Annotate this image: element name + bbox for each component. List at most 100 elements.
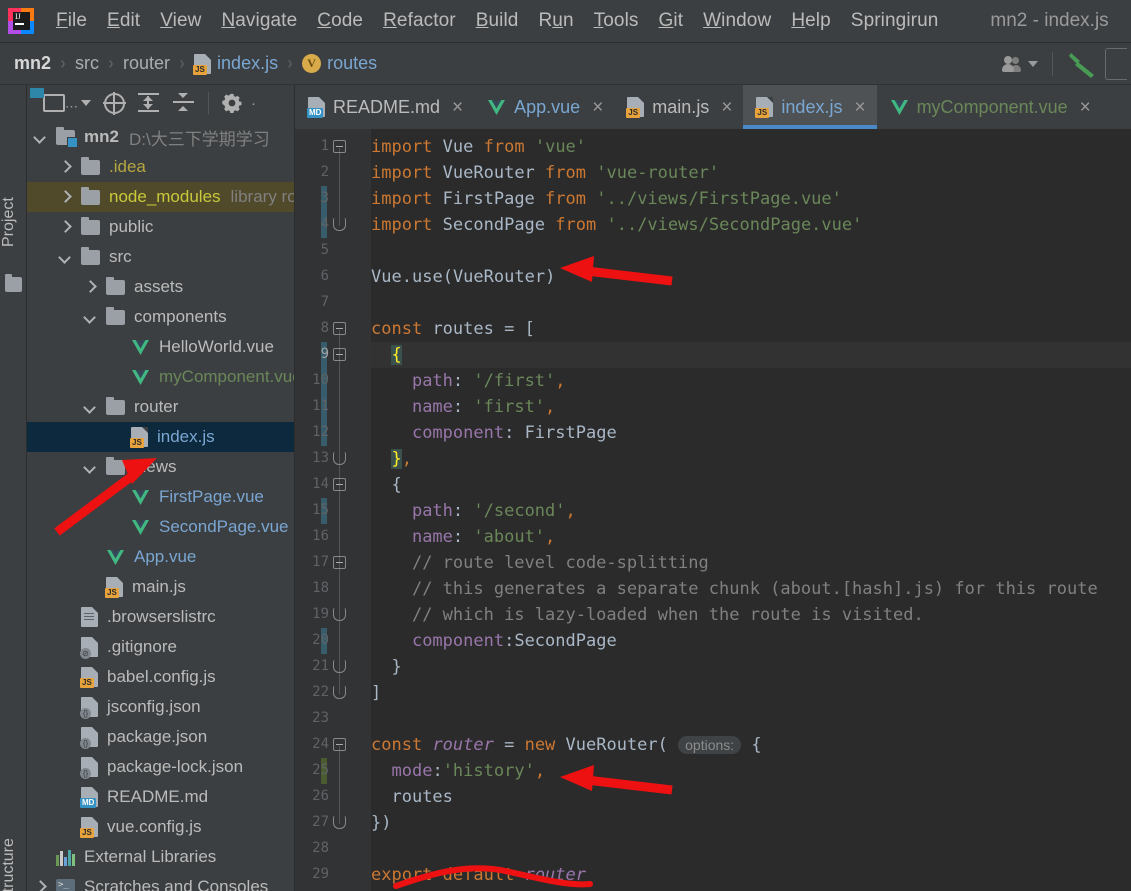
breadcrumb-item-mn2[interactable]: mn2	[14, 53, 51, 74]
tree-item-secondpage-vue[interactable]: SecondPage.vue	[27, 512, 294, 542]
menu-item-help[interactable]: Help	[781, 8, 840, 34]
fold-collapse-icon[interactable]	[333, 348, 346, 361]
chevron-down-icon[interactable]	[85, 312, 96, 323]
breadcrumb-item-src[interactable]: src	[75, 53, 99, 74]
close-icon[interactable]: ×	[452, 98, 463, 117]
menu-item-edit[interactable]: Edit	[97, 8, 150, 34]
search-everywhere-field[interactable]	[1105, 47, 1127, 80]
menu-item-build[interactable]: Build	[466, 8, 529, 34]
tool-window-button-project[interactable]: Project	[0, 177, 27, 267]
tree-item-package-lock-json[interactable]: {} package-lock.json	[27, 752, 294, 782]
chevron-right-icon[interactable]	[60, 222, 71, 233]
close-icon[interactable]: ×	[854, 98, 865, 117]
tree-item-scratches-and-consoles[interactable]: >_ Scratches and Consoles	[27, 872, 294, 891]
tree-item-readme-md[interactable]: MD README.md	[27, 782, 294, 812]
project-tree[interactable]: mn2 D:\大三下学期学习 .idea node_modules library ro…	[27, 122, 294, 891]
line-number: 28	[312, 840, 329, 856]
tree-item-main-js[interactable]: JS main.js	[27, 572, 294, 602]
editor-tab-readme-md[interactable]: MD README.md ×	[295, 85, 474, 129]
close-icon[interactable]: ×	[592, 98, 603, 117]
fold-collapse-icon[interactable]	[333, 738, 346, 751]
fold-collapse-icon[interactable]	[333, 140, 346, 153]
tool-window-button-structure[interactable]: Structure	[0, 825, 27, 891]
menu-item-code[interactable]: Code	[307, 8, 373, 34]
editor-tab-app-vue[interactable]: App.vue ×	[474, 85, 614, 129]
tree-item-app-vue[interactable]: App.vue	[27, 542, 294, 572]
menu-item-refactor[interactable]: Refactor	[373, 8, 466, 34]
chevron-right-icon[interactable]	[85, 282, 96, 293]
chevron-right-icon[interactable]	[60, 192, 71, 203]
hide-icon[interactable]: ·	[251, 95, 256, 112]
menu-item-file[interactable]: File	[46, 8, 97, 34]
tree-item-public[interactable]: public	[27, 212, 294, 242]
fold-collapse-icon[interactable]	[333, 478, 346, 491]
expand-all-icon[interactable]	[138, 92, 160, 114]
tree-item-router[interactable]: router	[27, 392, 294, 422]
fold-end-icon[interactable]	[333, 660, 346, 673]
tree-item-babel-config-js[interactable]: JS babel.config.js	[27, 662, 294, 692]
collapse-all-icon[interactable]	[173, 92, 195, 114]
editor-tab-index-js[interactable]: JS index.js ×	[743, 85, 877, 129]
chevron-right-icon[interactable]	[35, 882, 46, 891]
menu-item-navigate[interactable]: Navigate	[211, 8, 307, 34]
tree-item--idea[interactable]: .idea	[27, 152, 294, 182]
tree-item-mycomponent-vue[interactable]: myComponent.vue	[27, 362, 294, 392]
close-icon[interactable]: ×	[1080, 98, 1091, 117]
menu-item-run[interactable]: Run	[528, 8, 583, 34]
tree-item--gitignore[interactable]: ⊘ .gitignore	[27, 632, 294, 662]
folder-icon	[106, 456, 125, 475]
fold-guide	[339, 330, 340, 694]
fold-end-icon[interactable]	[333, 608, 346, 621]
breadcrumb-item-index-js[interactable]: JS index.js	[193, 53, 278, 75]
chevron-down-icon[interactable]	[85, 402, 96, 413]
fold-guide	[339, 746, 340, 824]
tree-item-package-json[interactable]: {} package.json	[27, 722, 294, 752]
tree-item-jsconfig-json[interactable]: {} jsconfig.json	[27, 692, 294, 722]
editor-gutter[interactable]: 1 2 3 4 5 6 7 8 9 10 11 12 13 14 15 16 17 18 19 20 21 22 23 24 2…	[295, 129, 371, 891]
fold-end-icon[interactable]	[333, 686, 346, 699]
settings-gear-icon[interactable]	[222, 93, 242, 113]
fold-end-icon[interactable]	[333, 218, 346, 231]
chevron-down-icon[interactable]	[85, 462, 96, 473]
close-icon[interactable]: ×	[721, 98, 732, 117]
editor-code[interactable]: import Vue from 'vue' import VueRouter fr…	[371, 129, 1131, 891]
chevron-down-icon[interactable]	[35, 132, 46, 143]
tree-item-external-libraries[interactable]: External Libraries	[27, 842, 294, 872]
breadcrumb-item-routes[interactable]: Vroutes	[302, 53, 377, 74]
breadcrumb-item-router[interactable]: router	[123, 53, 170, 74]
tree-item-helloworld-vue[interactable]: HelloWorld.vue	[27, 332, 294, 362]
fold-end-icon[interactable]	[333, 816, 346, 829]
editor-tab-mycomponent-vue[interactable]: myComponent.vue ×	[877, 85, 1102, 129]
tree-item--browserslistrc[interactable]: .browserslistrc	[27, 602, 294, 632]
fold-end-icon[interactable]	[333, 452, 346, 465]
tree-item-components[interactable]: components	[27, 302, 294, 332]
hammer-build-icon[interactable]	[1067, 50, 1097, 78]
menu-item-git[interactable]: Git	[649, 8, 694, 34]
tree-item-views[interactable]: views	[27, 452, 294, 482]
locate-file-icon[interactable]	[103, 91, 126, 115]
code-line: import Vue from 'vue'	[371, 137, 587, 157]
editor-tab-main-js[interactable]: JS main.js ×	[614, 85, 743, 129]
tree-item-vue-config-js[interactable]: JS vue.config.js	[27, 812, 294, 842]
chevron-right-icon[interactable]	[60, 162, 71, 173]
badge-icon: {}	[80, 738, 91, 749]
editor-code-pane[interactable]: 1 2 3 4 5 6 7 8 9 10 11 12 13 14 15 16 17 18 19 20 21 22 23 24 2…	[295, 129, 1131, 891]
menu-item-tools[interactable]: Tools	[584, 8, 649, 34]
menu-item-window[interactable]: Window	[693, 8, 781, 34]
chevron-down-icon[interactable]	[60, 252, 71, 263]
menu-item-view[interactable]: View	[150, 8, 211, 34]
project-view-selector-button[interactable]: ⋯	[43, 94, 91, 114]
menu-item-springirun[interactable]: Springirun	[841, 8, 949, 34]
tree-item-node-modules[interactable]: node_modules library root	[27, 182, 294, 212]
code-line: import FirstPage from '../views/FirstPag…	[371, 189, 842, 209]
fold-collapse-icon[interactable]	[333, 322, 346, 335]
project-toolbar: ⋯ ·	[27, 85, 294, 122]
tree-item-src[interactable]: src	[27, 242, 294, 272]
fold-collapse-icon[interactable]	[333, 556, 346, 569]
breadcrumb: mn2 › src › router › JS index.js › Vroutes	[14, 53, 377, 75]
tree-item-firstpage-vue[interactable]: FirstPage.vue	[27, 482, 294, 512]
tree-item-mn2[interactable]: mn2 D:\大三下学期学习	[27, 122, 294, 152]
tree-item-index-js[interactable]: JS index.js	[27, 422, 294, 452]
tree-item-assets[interactable]: assets	[27, 272, 294, 302]
vcs-user-button[interactable]	[1000, 55, 1038, 72]
